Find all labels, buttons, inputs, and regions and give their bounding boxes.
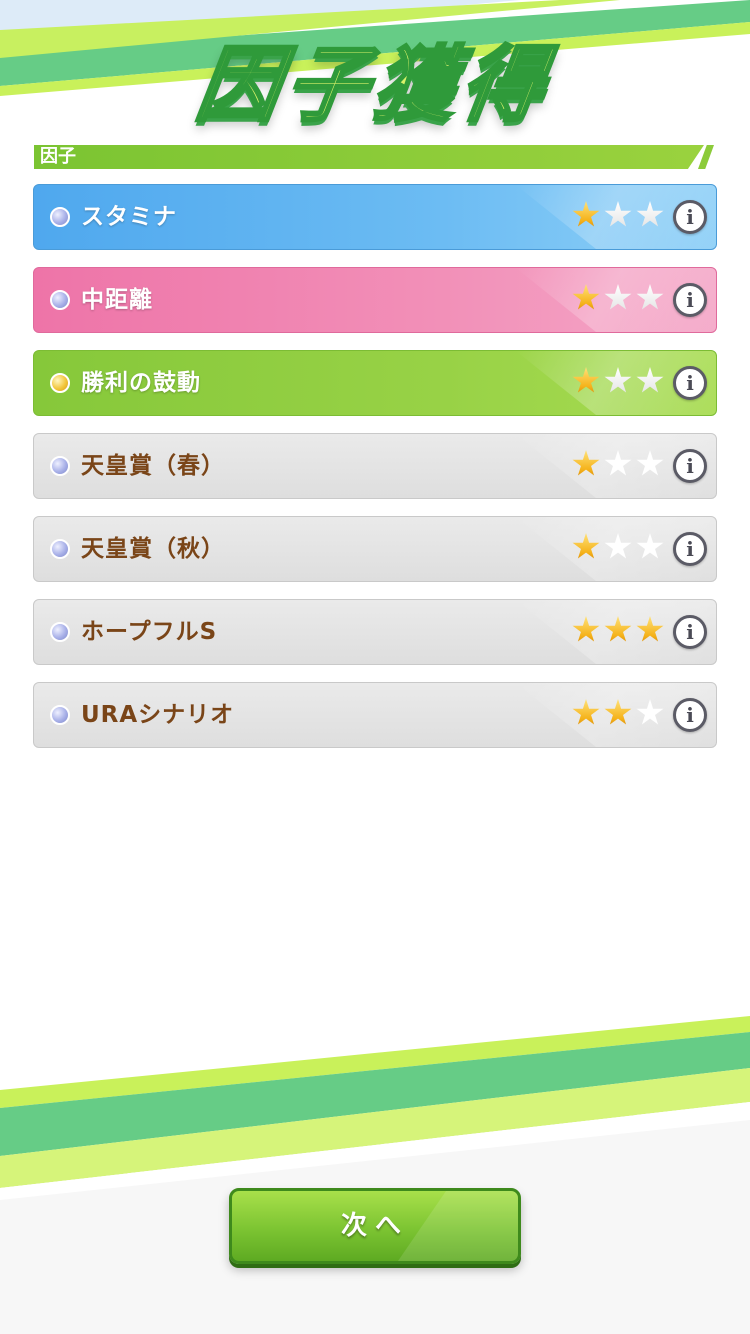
factor-row-hopeful-stakes[interactable]: ホープフルS i [33,599,717,665]
factor-row-tenno-sho-spring[interactable]: 天皇賞（春） i [33,433,717,499]
star-empty-icon [604,450,632,476]
star-rating [572,284,668,316]
section-label: 因子 [40,146,76,167]
factor-name: URAシナリオ [81,702,235,728]
bottom-stripe-decoration [0,1016,750,1334]
factor-name: 天皇賞（秋） [81,536,225,562]
star-empty-icon [636,201,664,227]
factor-row-ura-scenario[interactable]: URAシナリオ i [33,682,717,748]
gem-icon [50,207,70,227]
info-button[interactable]: i [673,200,707,234]
star-empty-icon [604,284,632,310]
star-filled-icon [636,616,664,642]
star-filled-icon [572,699,600,725]
star-empty-icon [636,450,664,476]
star-rating [572,450,668,482]
section-bar [34,145,704,169]
info-button[interactable]: i [673,698,707,732]
star-filled-icon [572,367,600,393]
star-empty-icon [604,367,632,393]
info-button[interactable]: i [673,283,707,317]
star-rating [572,533,668,565]
info-button[interactable]: i [673,449,707,483]
star-filled-icon [572,616,600,642]
factor-row-stamina[interactable]: スタミナ i [33,184,717,250]
gem-icon [50,622,70,642]
factor-row-middle-distance[interactable]: 中距離 i [33,267,717,333]
page-title: 因子獲得 [190,37,558,135]
info-button[interactable]: i [673,615,707,649]
star-filled-icon [604,616,632,642]
star-filled-icon [572,533,600,559]
star-filled-icon [604,699,632,725]
next-button[interactable]: 次へ [229,1188,521,1264]
star-empty-icon [604,201,632,227]
info-button[interactable]: i [673,532,707,566]
info-button[interactable]: i [673,366,707,400]
star-rating [572,201,668,233]
factor-name: 勝利の鼓動 [81,370,201,396]
gem-icon [50,456,70,476]
gem-icon [50,373,70,393]
factor-name: 天皇賞（春） [81,453,225,479]
star-empty-icon [636,533,664,559]
star-empty-icon [604,533,632,559]
next-button-label: 次へ [340,1211,409,1241]
star-rating [572,699,668,731]
star-filled-icon [572,201,600,227]
star-rating [572,616,668,648]
factor-list: スタミナ i 中距離 i 勝利の鼓動 i 天皇賞（春） i 天皇賞（秋） i ホ… [33,184,717,765]
factor-row-tenno-sho-autumn[interactable]: 天皇賞（秋） i [33,516,717,582]
star-empty-icon [636,367,664,393]
factor-name: ホープフルS [81,619,218,645]
star-empty-icon [636,284,664,310]
factor-name: 中距離 [81,287,153,313]
star-empty-icon [636,699,664,725]
gem-icon [50,539,70,559]
section-header: 因子 [34,145,716,169]
gem-icon [50,705,70,725]
gem-icon [50,290,70,310]
star-filled-icon [572,450,600,476]
star-filled-icon [572,284,600,310]
star-rating [572,367,668,399]
factor-row-victory-pulse[interactable]: 勝利の鼓動 i [33,350,717,416]
factor-name: スタミナ [81,204,177,230]
